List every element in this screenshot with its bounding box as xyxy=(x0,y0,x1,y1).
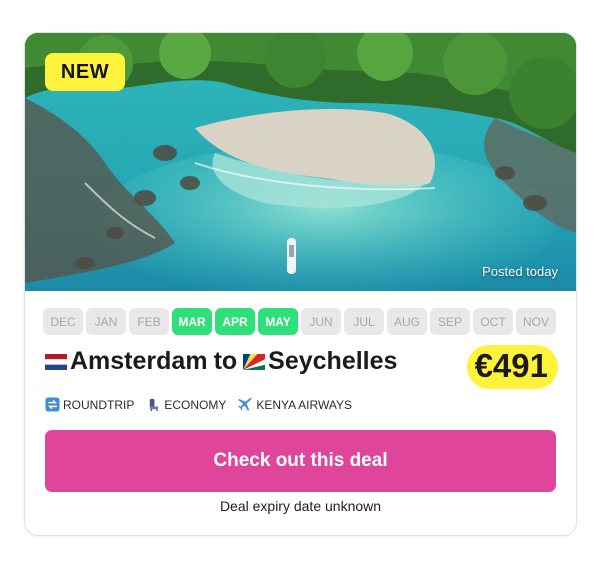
month-feb: FEB xyxy=(129,308,169,335)
tag-economy-label: ECONOMY xyxy=(164,397,227,412)
month-apr: APR xyxy=(215,308,255,335)
tag-airline: KENYA AIRWAYS xyxy=(238,397,352,412)
travel-months: DEC JAN FEB MAR APR MAY JUN JUL AUG SEP … xyxy=(43,308,556,335)
new-badge: NEW xyxy=(45,53,125,91)
month-jul: JUL xyxy=(344,308,384,335)
origin-city: Amsterdam xyxy=(70,347,208,375)
tag-roundtrip: ROUNDTRIP xyxy=(45,397,134,412)
posted-date: Posted today xyxy=(482,264,558,279)
netherlands-flag-icon xyxy=(45,353,67,370)
route-separator: to xyxy=(213,347,238,375)
check-deal-button[interactable]: Check out this deal xyxy=(45,430,556,492)
tag-airline-label: KENYA AIRWAYS xyxy=(256,397,352,412)
roundtrip-icon xyxy=(45,397,60,412)
month-may: MAY xyxy=(258,308,298,335)
month-oct: OCT xyxy=(473,308,513,335)
seat-icon xyxy=(150,398,159,412)
month-aug: AUG xyxy=(387,308,427,335)
destination-photo: NEW Posted today xyxy=(25,33,576,291)
deal-expiry: Deal expiry date unknown xyxy=(219,498,382,514)
tag-economy: ECONOMY xyxy=(146,397,226,412)
tag-roundtrip-label: ROUNDTRIP xyxy=(63,397,135,412)
month-nov: NOV xyxy=(516,308,556,335)
deal-card[interactable]: NEW Posted today DEC JAN FEB MAR APR MAY… xyxy=(24,32,577,536)
route-title: Amsterdam to Seychelles xyxy=(45,347,397,376)
price-label: €491 xyxy=(466,345,558,389)
month-mar: MAR xyxy=(172,308,212,335)
airplane-icon xyxy=(238,397,252,411)
month-jun: JUN xyxy=(301,308,341,335)
seychelles-flag-icon xyxy=(243,353,266,370)
month-sep: SEP xyxy=(430,308,470,335)
destination-city: Seychelles xyxy=(268,347,398,375)
month-jan: JAN xyxy=(86,308,126,335)
month-dec: DEC xyxy=(43,308,83,335)
deal-tags: ROUNDTRIP ECONOMY KENYA AIRWAYS xyxy=(45,397,352,412)
